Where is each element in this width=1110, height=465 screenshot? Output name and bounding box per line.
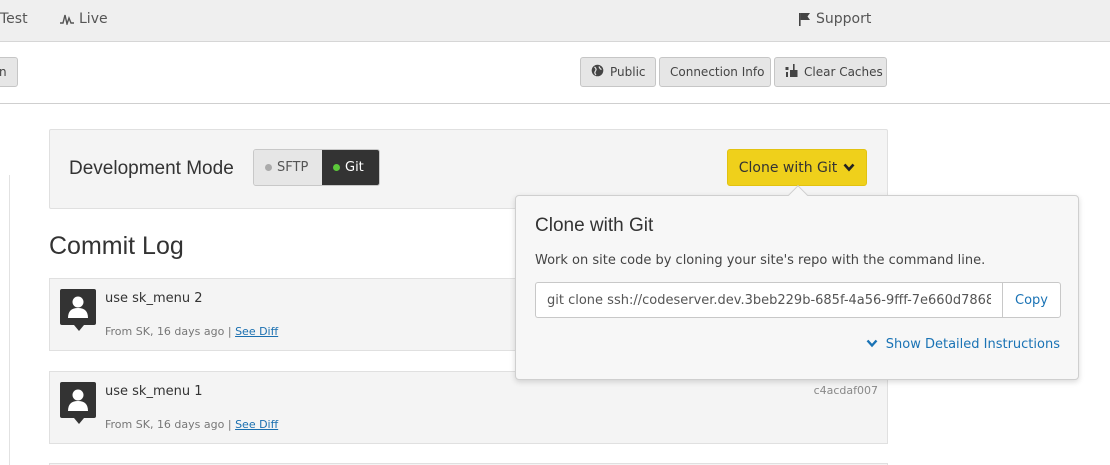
git-clone-command-field[interactable] <box>535 282 1002 318</box>
clear-caches-button[interactable]: Clear Caches <box>774 57 887 87</box>
globe-icon <box>591 64 604 80</box>
popover-title: Clone with Git <box>535 215 654 236</box>
commit-meta: From SK, 16 days ago | See Diff <box>105 325 278 338</box>
git-label: Git <box>345 160 364 175</box>
left-sidebar-edge <box>0 175 10 465</box>
sftp-status-dot <box>265 164 272 171</box>
clone-with-git-popover: Clone with Git Work on site code by clon… <box>515 185 1079 380</box>
show-detailed-instructions-link[interactable]: Show Detailed Instructions <box>866 337 1060 352</box>
nav-test-label: Test <box>0 11 28 27</box>
commit-meta: From SK, 16 days ago | See Diff <box>105 418 278 431</box>
commit-log-title: Commit Log <box>49 232 184 260</box>
nav-support[interactable]: Support <box>798 11 871 27</box>
commit-author-time: From SK, 16 days ago | <box>105 418 232 431</box>
commit-hash: c4acdaf007 <box>813 384 878 397</box>
flag-icon <box>798 12 811 26</box>
clone-with-git-label: Clone with Git <box>738 159 838 176</box>
connection-mode-toggle: SFTP Git <box>253 149 380 186</box>
commit-message: use sk_menu 2 <box>105 291 203 306</box>
git-status-dot <box>333 164 340 171</box>
commit-author-time: From SK, 16 days ago | <box>105 325 232 338</box>
copy-button[interactable]: Copy <box>1002 282 1061 318</box>
see-diff-link[interactable]: See Diff <box>235 325 278 338</box>
nav-test[interactable]: Test <box>0 11 28 27</box>
toolbar-left-button[interactable]: n <box>0 57 18 87</box>
see-diff-link[interactable]: See Diff <box>235 418 278 431</box>
top-nav: Test Live Support <box>0 0 1110 42</box>
nav-live[interactable]: Live <box>60 11 108 27</box>
public-label: Public <box>610 65 646 79</box>
git-command-row: Copy <box>535 282 1061 318</box>
site-toolbar: n Public Connection Info Clear Caches <box>0 42 1110 104</box>
user-avatar-icon <box>60 289 96 331</box>
nav-live-label: Live <box>79 11 108 27</box>
sftp-option[interactable]: SFTP <box>254 150 322 185</box>
broom-icon <box>785 64 798 80</box>
chevron-down-icon <box>843 160 855 176</box>
nav-support-label: Support <box>816 11 872 27</box>
show-detailed-instructions-label: Show Detailed Instructions <box>885 337 1060 352</box>
connection-info-button[interactable]: Connection Info <box>659 57 771 87</box>
commit-message: use sk_menu 1 <box>105 384 203 399</box>
user-avatar-icon <box>60 382 96 424</box>
public-button[interactable]: Public <box>580 57 656 87</box>
copy-label: Copy <box>1015 292 1048 308</box>
sftp-label: SFTP <box>277 160 309 175</box>
development-mode-title: Development Mode <box>69 158 234 179</box>
chevron-down-icon <box>866 337 878 352</box>
live-pulse-icon <box>60 13 74 25</box>
toolbar-left-label: n <box>0 65 7 79</box>
clone-with-git-button[interactable]: Clone with Git <box>727 149 867 186</box>
connection-info-label: Connection Info <box>670 65 765 79</box>
commit-row: use sk_menu 1 c4acdaf007 From SK, 16 day… <box>49 371 888 444</box>
popover-description: Work on site code by cloning your site's… <box>535 253 986 268</box>
git-option[interactable]: Git <box>322 150 379 185</box>
clear-caches-label: Clear Caches <box>804 65 883 79</box>
